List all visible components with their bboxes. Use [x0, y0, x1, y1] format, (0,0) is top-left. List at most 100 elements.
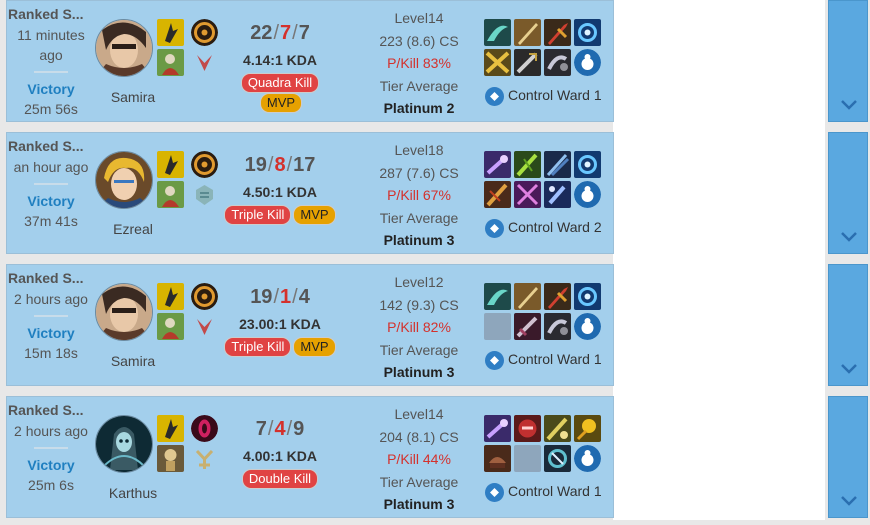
primary-rune-dark-harvest-icon[interactable] — [191, 415, 218, 442]
match-result: Victory — [27, 457, 75, 473]
item-icon[interactable] — [514, 181, 541, 208]
expand-match-button[interactable] — [828, 132, 868, 254]
secondary-rune-resolve-icon[interactable] — [191, 181, 218, 208]
item-icon[interactable] — [514, 313, 541, 340]
multikill-badge: Double Kill — [241, 469, 319, 489]
item-icon[interactable] — [484, 19, 511, 46]
item-icon[interactable] — [514, 49, 541, 76]
summoner-spell-flash-icon[interactable] — [157, 19, 184, 46]
match-row[interactable]: Ranked S... 2 hours ago Victory 15m 18s … — [6, 264, 614, 386]
time-ago: 11 minutes ago — [17, 27, 85, 63]
ward-label: Control Ward 1 — [508, 351, 602, 368]
secondary-rune-inspiration-icon[interactable] — [191, 445, 218, 472]
champion-name: Ezreal — [113, 221, 153, 237]
creep-score: 204 (8.1) CS — [379, 428, 459, 445]
item-icon[interactable] — [484, 49, 511, 76]
item-icon[interactable] — [544, 19, 571, 46]
item-icon[interactable] — [574, 415, 601, 442]
game-type: Ranked S... — [8, 402, 84, 418]
match-row[interactable]: Ranked S... an hour ago Victory 37m 41s … — [6, 132, 614, 254]
kill-participation: P/Kill 67% — [387, 187, 451, 203]
trinket-icon[interactable] — [574, 445, 601, 472]
summoner-spell-flash-icon[interactable] — [157, 283, 184, 310]
creep-score: 287 (7.6) CS — [379, 164, 459, 181]
item-icon[interactable] — [574, 283, 601, 310]
control-ward-icon — [485, 483, 504, 502]
champion-level: Level14 — [394, 406, 444, 422]
summoner-spell-flash-icon[interactable] — [157, 151, 184, 178]
control-ward-count: Control Ward 1 — [485, 483, 602, 502]
item-icon[interactable] — [484, 181, 511, 208]
item-icon[interactable] — [514, 415, 541, 442]
item-icon[interactable] — [544, 151, 571, 178]
divider — [34, 183, 68, 185]
secondary-rune-domination-icon[interactable] — [191, 49, 218, 76]
trinket-icon[interactable] — [574, 181, 601, 208]
primary-rune-conqueror-icon[interactable] — [191, 151, 218, 178]
champion-portrait-samira[interactable] — [95, 283, 153, 341]
primary-rune-conqueror-icon[interactable] — [191, 283, 218, 310]
summoner-spell-heal-icon[interactable] — [157, 313, 184, 340]
creep-score: 142 (9.3) CS — [379, 296, 459, 313]
kda-block: 19/8/17 4.50:1 KDA Triple Kill MVP — [219, 151, 341, 225]
champion-portrait-samira[interactable] — [95, 19, 153, 77]
empty-item-slot — [514, 445, 541, 472]
item-icon[interactable] — [544, 415, 571, 442]
item-icon[interactable] — [544, 181, 571, 208]
item-icon[interactable] — [574, 19, 601, 46]
kda-block: 22/7/7 4.14:1 KDA Quadra KillMVP — [219, 19, 341, 113]
kda-score: 22/7/7 — [219, 19, 341, 47]
match-row[interactable]: Ranked S... 11 minutes ago Victory 25m 5… — [6, 0, 614, 122]
summoner-spell-heal-icon[interactable] — [157, 181, 184, 208]
kda-score: 7/4/9 — [219, 415, 341, 443]
assists: 7 — [298, 22, 310, 44]
summoner-spell-smite-icon[interactable] — [157, 445, 184, 472]
item-icon[interactable] — [514, 283, 541, 310]
expand-match-button[interactable] — [828, 396, 868, 518]
chevron-down-icon — [841, 364, 857, 374]
champion-portrait-ezreal[interactable] — [95, 151, 153, 209]
ward-label: Control Ward 1 — [508, 87, 602, 104]
side-panel — [613, 0, 825, 520]
mvp-badge: MVP — [259, 93, 303, 113]
slash: / — [286, 418, 293, 440]
match-meta: Ranked S... 11 minutes ago Victory 25m 5… — [7, 5, 95, 119]
summoner-spell-heal-icon[interactable] — [157, 49, 184, 76]
primary-rune-conqueror-icon[interactable] — [191, 19, 218, 46]
assists: 17 — [293, 154, 316, 176]
match-stats: Level18 287 (7.6) CS P/Kill 67% Tier Ave… — [367, 139, 471, 252]
item-icon[interactable] — [514, 19, 541, 46]
kda-score: 19/1/4 — [219, 283, 341, 311]
item-icon[interactable] — [484, 283, 511, 310]
tier-average-label: Tier Average — [379, 209, 459, 226]
item-icon[interactable] — [514, 151, 541, 178]
kill-participation: P/Kill 83% — [387, 55, 451, 71]
item-icon[interactable] — [544, 313, 571, 340]
summoner-spell-flash-icon[interactable] — [157, 415, 184, 442]
expand-match-button[interactable] — [828, 264, 868, 386]
match-result: Victory — [27, 81, 75, 97]
tier-average-label: Tier Average — [379, 473, 459, 490]
kills: 22 — [250, 22, 273, 44]
chevron-down-icon — [841, 100, 857, 110]
slash: / — [273, 286, 279, 308]
trinket-icon[interactable] — [574, 49, 601, 76]
secondary-rune-domination-icon[interactable] — [191, 313, 218, 340]
multikill-badge: Quadra Kill — [240, 73, 320, 93]
tier-average-label: Tier Average — [379, 77, 459, 94]
item-icon[interactable] — [484, 151, 511, 178]
champion-portrait-karthus[interactable] — [95, 415, 153, 473]
kda-score: 19/8/17 — [219, 151, 341, 179]
match-row[interactable]: Ranked S... 2 hours ago Victory 25m 6s K… — [6, 396, 614, 518]
expand-match-button[interactable] — [828, 0, 868, 122]
item-icon[interactable] — [544, 49, 571, 76]
kda-block: 7/4/9 4.00:1 KDA Double Kill — [219, 415, 341, 489]
item-icon[interactable] — [574, 151, 601, 178]
item-icon[interactable] — [484, 415, 511, 442]
assists: 4 — [298, 286, 310, 308]
item-icon[interactable] — [544, 283, 571, 310]
match-duration: 15m 18s — [24, 345, 78, 361]
item-icon[interactable] — [484, 445, 511, 472]
item-icon[interactable] — [544, 445, 571, 472]
trinket-icon[interactable] — [574, 313, 601, 340]
